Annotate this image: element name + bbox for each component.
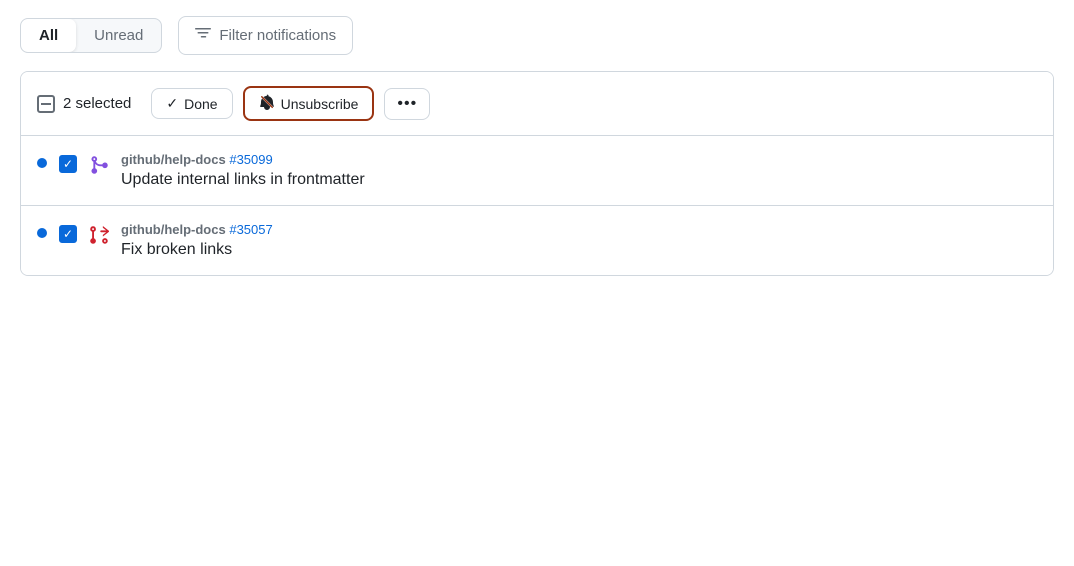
item-1-repo: github/help-docs xyxy=(121,152,226,167)
main-container: All Unread Filter notifications 2 select… xyxy=(0,0,1074,566)
selected-info: 2 selected xyxy=(37,95,131,113)
filter-label: Filter notifications xyxy=(219,27,336,44)
item-1-number: #35099 xyxy=(229,152,272,167)
selected-count-label: 2 selected xyxy=(63,95,131,112)
filter-button[interactable]: Filter notifications xyxy=(178,16,353,55)
more-button[interactable]: ••• xyxy=(384,88,430,120)
item-checkbox-2[interactable]: ✓ xyxy=(59,225,77,243)
tab-all[interactable]: All xyxy=(21,19,76,52)
done-button[interactable]: ✓ Done xyxy=(151,88,232,119)
checkmark-icon: ✓ xyxy=(166,95,178,112)
select-all-checkbox[interactable] xyxy=(37,95,55,113)
item-1-title: Update internal links in frontmatter xyxy=(121,171,365,189)
unread-dot xyxy=(37,228,47,238)
more-icon: ••• xyxy=(397,95,417,113)
pr-closed-icon xyxy=(89,225,109,245)
bell-slash-icon xyxy=(259,94,275,113)
item-1-content: github/help-docs #35099 Update internal … xyxy=(121,152,365,189)
toolbar-row: 2 selected ✓ Done Uns xyxy=(21,72,1053,136)
notification-item: ✓ github/help-docs #35057 Fix broken lin… xyxy=(21,206,1053,275)
check-icon: ✓ xyxy=(63,158,73,170)
tab-unread[interactable]: Unread xyxy=(76,19,161,52)
item-2-number: #35057 xyxy=(229,222,272,237)
item-2-repo-line: github/help-docs #35057 xyxy=(121,222,273,237)
pr-merged-icon xyxy=(89,155,109,175)
unread-dot xyxy=(37,158,47,168)
check-icon: ✓ xyxy=(63,228,73,240)
item-1-repo-line: github/help-docs #35099 xyxy=(121,152,365,167)
notification-item: ✓ github/help-docs #35099 Update interna… xyxy=(21,136,1053,206)
item-2-content: github/help-docs #35057 Fix broken links xyxy=(121,222,273,259)
tab-group: All Unread xyxy=(20,18,162,53)
done-label: Done xyxy=(184,96,217,112)
filter-icon xyxy=(195,25,211,46)
unsubscribe-button[interactable]: Unsubscribe xyxy=(243,86,375,121)
partial-indicator xyxy=(41,103,51,105)
item-checkbox-1[interactable]: ✓ xyxy=(59,155,77,173)
unsubscribe-label: Unsubscribe xyxy=(281,96,359,112)
tabs-row: All Unread Filter notifications xyxy=(0,16,1074,71)
item-2-title: Fix broken links xyxy=(121,241,273,259)
toolbar-actions: ✓ Done Unsubscribe ••• xyxy=(151,86,430,121)
notifications-panel: 2 selected ✓ Done Uns xyxy=(20,71,1054,276)
item-2-repo: github/help-docs xyxy=(121,222,226,237)
